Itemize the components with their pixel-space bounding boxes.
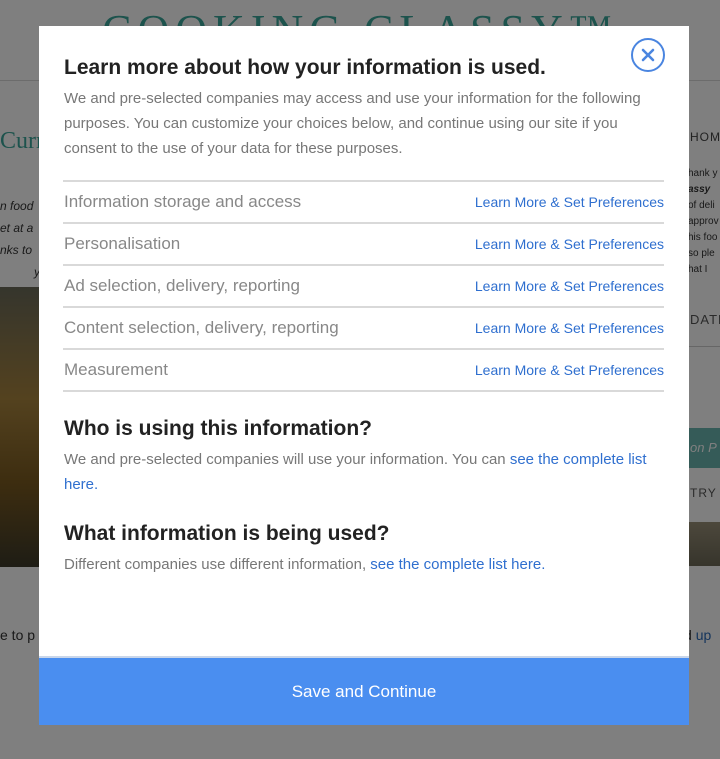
close-x-icon <box>641 48 655 62</box>
who-paragraph: We and pre-selected companies will use y… <box>64 447 664 497</box>
modal-title: Learn more about how your information is… <box>64 56 546 79</box>
learn-more-storage-link[interactable]: Learn More & Set Preferences <box>475 194 664 210</box>
purpose-name: Content selection, delivery, reporting <box>64 318 339 337</box>
what-paragraph: Different companies use different inform… <box>64 552 664 577</box>
learn-more-ad-selection-link[interactable]: Learn More & Set Preferences <box>475 278 664 294</box>
purposes-list: Information storage and access Learn Mor… <box>63 180 664 392</box>
purpose-row-measurement: Measurement Learn More & Set Preferences <box>63 350 664 392</box>
privacy-modal: Learn more about how your information is… <box>39 26 689 725</box>
save-and-continue-button[interactable]: Save and Continue <box>39 656 689 725</box>
who-heading: Who is using this information? <box>64 417 372 440</box>
purpose-row-storage: Information storage and access Learn Mor… <box>63 182 664 224</box>
purpose-name: Information storage and access <box>64 192 302 211</box>
learn-more-measurement-link[interactable]: Learn More & Set Preferences <box>475 362 664 378</box>
close-button[interactable] <box>631 38 665 72</box>
what-heading: What information is being used? <box>64 522 390 545</box>
purpose-row-content-selection: Content selection, delivery, reporting L… <box>63 308 664 350</box>
what-vendor-list-link[interactable]: see the complete list here. <box>370 556 545 573</box>
purpose-name: Measurement <box>64 360 168 379</box>
purpose-name: Personalisation <box>64 234 181 253</box>
purpose-row-personalisation: Personalisation Learn More & Set Prefere… <box>63 224 664 266</box>
who-text: We and pre-selected companies will use y… <box>64 451 510 468</box>
learn-more-personalisation-link[interactable]: Learn More & Set Preferences <box>475 236 664 252</box>
purpose-row-ad-selection: Ad selection, delivery, reporting Learn … <box>63 266 664 308</box>
learn-more-content-selection-link[interactable]: Learn More & Set Preferences <box>475 320 664 336</box>
purpose-name: Ad selection, delivery, reporting <box>64 276 300 295</box>
what-text: Different companies use different inform… <box>64 556 371 573</box>
modal-intro: We and pre-selected companies may access… <box>64 90 641 157</box>
